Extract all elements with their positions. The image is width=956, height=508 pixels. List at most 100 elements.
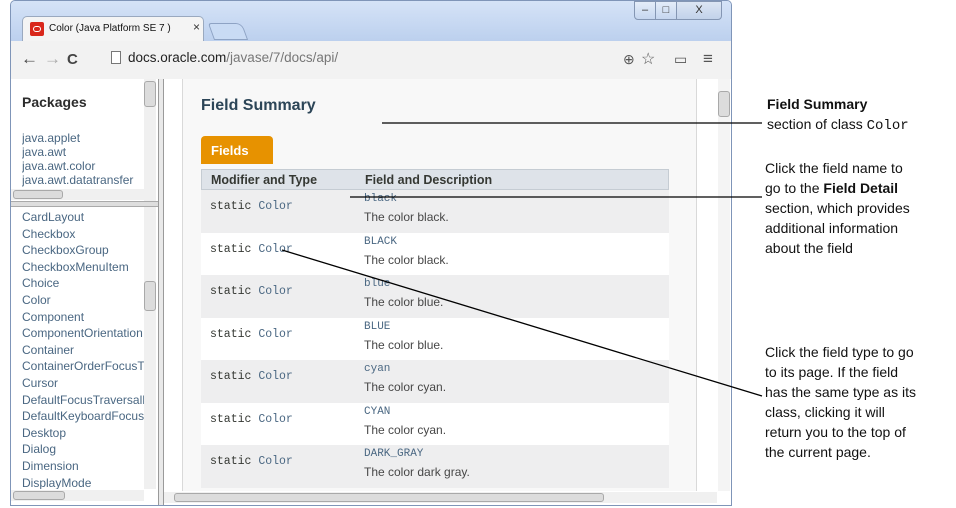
- table-row: static Color CYAN The color cyan.: [201, 402, 669, 445]
- field-type-link[interactable]: Color: [258, 200, 293, 213]
- cast-icon[interactable]: ▭: [674, 51, 687, 68]
- table-row: static Color DARK_GRAY The color dark gray…: [201, 445, 669, 488]
- field-name-link[interactable]: DARK_GRAY: [364, 448, 423, 460]
- menu-icon[interactable]: ≡: [703, 49, 713, 69]
- annotation-field-summary: Field Summary section of class Color: [767, 94, 909, 136]
- field-description: The color blue.: [364, 295, 444, 309]
- package-link[interactable]: java.awt.color: [22, 159, 150, 173]
- url-text: docs.oracle.com/javase/7/docs/api/: [128, 47, 338, 69]
- field-name-link[interactable]: BLACK: [364, 236, 397, 248]
- classes-list: CardLayout Checkbox CheckboxGroup CheckboxM…: [22, 209, 150, 489]
- scrollbar-thumb[interactable]: [144, 81, 156, 107]
- modifier-cell: static Color: [210, 455, 293, 468]
- maximize-button[interactable]: □: [655, 1, 677, 20]
- modifier-cell: static Color: [210, 200, 293, 213]
- minimize-button[interactable]: –: [634, 1, 656, 20]
- field-description: The color cyan.: [364, 380, 447, 394]
- frame-divider[interactable]: [11, 201, 158, 207]
- packages-heading: Packages: [22, 94, 87, 110]
- annotation-line: about the field: [765, 240, 853, 256]
- class-link[interactable]: CardLayout: [22, 209, 150, 226]
- table-row: static Color cyan The color cyan.: [201, 360, 669, 403]
- package-link[interactable]: java.awt.datatransfer: [22, 173, 150, 187]
- content-scrollbar[interactable]: [718, 79, 730, 491]
- table-row: static Color BLUE The color blue.: [201, 317, 669, 360]
- field-name-link[interactable]: blue: [364, 278, 390, 290]
- field-name-link[interactable]: BLUE: [364, 321, 390, 333]
- package-link[interactable]: java.applet: [22, 131, 150, 145]
- section-title: Field Summary: [201, 97, 316, 114]
- scrollbar-thumb[interactable]: [144, 281, 156, 311]
- back-arrow-icon[interactable]: ←: [21, 49, 38, 69]
- class-link[interactable]: Color: [22, 292, 150, 309]
- package-link[interactable]: java.awt: [22, 145, 150, 159]
- field-type-link[interactable]: Color: [258, 370, 293, 383]
- annotation-line: has the same type as its: [765, 384, 916, 400]
- class-link[interactable]: Dialog: [22, 441, 150, 458]
- zoom-icon[interactable]: ⊕: [623, 51, 635, 68]
- class-link[interactable]: CheckboxGroup: [22, 242, 150, 259]
- annotation-line: go to the: [765, 180, 820, 196]
- field-type-link[interactable]: Color: [258, 413, 293, 426]
- scrollbar-thumb[interactable]: [718, 91, 730, 117]
- annotation-text: section of class: [767, 116, 863, 132]
- scrollbar-thumb[interactable]: [174, 493, 604, 502]
- scrollbar-thumb[interactable]: [13, 491, 65, 500]
- tab-close-icon[interactable]: ×: [193, 20, 200, 34]
- table-rows: static Color black The color black. static …: [201, 190, 669, 488]
- class-link[interactable]: Component: [22, 309, 150, 326]
- class-link[interactable]: CheckboxMenuItem: [22, 259, 150, 276]
- address-bar[interactable]: docs.oracle.com/javase/7/docs/api/: [111, 47, 651, 69]
- table-row: static Color black The color black.: [201, 190, 669, 233]
- packages-hscrollbar[interactable]: [11, 189, 144, 200]
- class-link[interactable]: DefaultFocusTraversalPolicy: [22, 392, 150, 409]
- field-type-link[interactable]: Color: [258, 455, 293, 468]
- classes-hscrollbar[interactable]: [11, 490, 144, 501]
- modifier-keyword: static: [210, 285, 252, 298]
- new-tab-button[interactable]: [207, 23, 249, 40]
- modifier-keyword: static: [210, 327, 252, 341]
- packages-scrollbar[interactable]: [144, 79, 156, 201]
- class-link[interactable]: Container: [22, 342, 150, 359]
- class-link[interactable]: Checkbox: [22, 226, 150, 243]
- field-name-link[interactable]: black: [364, 193, 397, 205]
- bookmark-star-icon[interactable]: ☆: [641, 49, 655, 69]
- scrollbar-thumb[interactable]: [13, 190, 63, 199]
- classes-scrollbar[interactable]: [144, 207, 156, 489]
- content-hscrollbar[interactable]: [164, 492, 717, 503]
- field-description: The color cyan.: [364, 422, 447, 437]
- modifier-keyword: static: [210, 370, 252, 383]
- browser-toolbar: ← → C docs.oracle.com/javase/7/docs/api/…: [11, 41, 731, 80]
- table-header: Modifier and Type Field and Description: [201, 169, 669, 190]
- annotation-line: Click the field type to go: [765, 344, 914, 360]
- close-window-button[interactable]: X: [676, 1, 722, 20]
- class-link[interactable]: Desktop: [22, 425, 150, 442]
- modifier-keyword: static: [210, 455, 252, 468]
- field-description: The color black.: [364, 252, 449, 267]
- class-link[interactable]: DisplayMode: [22, 475, 150, 490]
- class-link[interactable]: DefaultKeyboardFocusManager: [22, 408, 150, 425]
- field-name-link[interactable]: cyan: [364, 363, 390, 375]
- oracle-favicon-icon: [30, 22, 44, 36]
- field-type-link[interactable]: Color: [258, 285, 293, 298]
- annotation-field-name: Click the field name to go to the Field …: [765, 158, 910, 258]
- table-row: static Color blue The color blue.: [201, 275, 669, 318]
- reload-icon[interactable]: C: [67, 51, 78, 68]
- field-type-link[interactable]: Color: [258, 328, 293, 341]
- tab-title: Color (Java Platform SE 7 ): [49, 23, 171, 34]
- class-link[interactable]: Dimension: [22, 458, 150, 475]
- class-link[interactable]: ContainerOrderFocusTraversalPolicy: [22, 358, 150, 375]
- annotation-bold: Field Detail: [823, 180, 899, 196]
- forward-arrow-icon[interactable]: →: [44, 49, 61, 69]
- class-link[interactable]: ComponentOrientation: [22, 325, 150, 342]
- field-type-link[interactable]: Color: [258, 243, 293, 256]
- modifier-cell: static Color: [210, 328, 293, 341]
- packages-list: java.applet java.awt java.awt.color java.aw…: [22, 131, 150, 187]
- browser-tab[interactable]: Color (Java Platform SE 7 ) ×: [22, 16, 204, 43]
- annotation-line: Click the field name to: [765, 160, 903, 176]
- modifier-cell: static Color: [210, 285, 293, 298]
- field-name-link[interactable]: CYAN: [364, 406, 390, 418]
- class-link[interactable]: Cursor: [22, 375, 150, 392]
- class-link[interactable]: Choice: [22, 275, 150, 292]
- annotation-line: return you to the top of: [765, 424, 906, 440]
